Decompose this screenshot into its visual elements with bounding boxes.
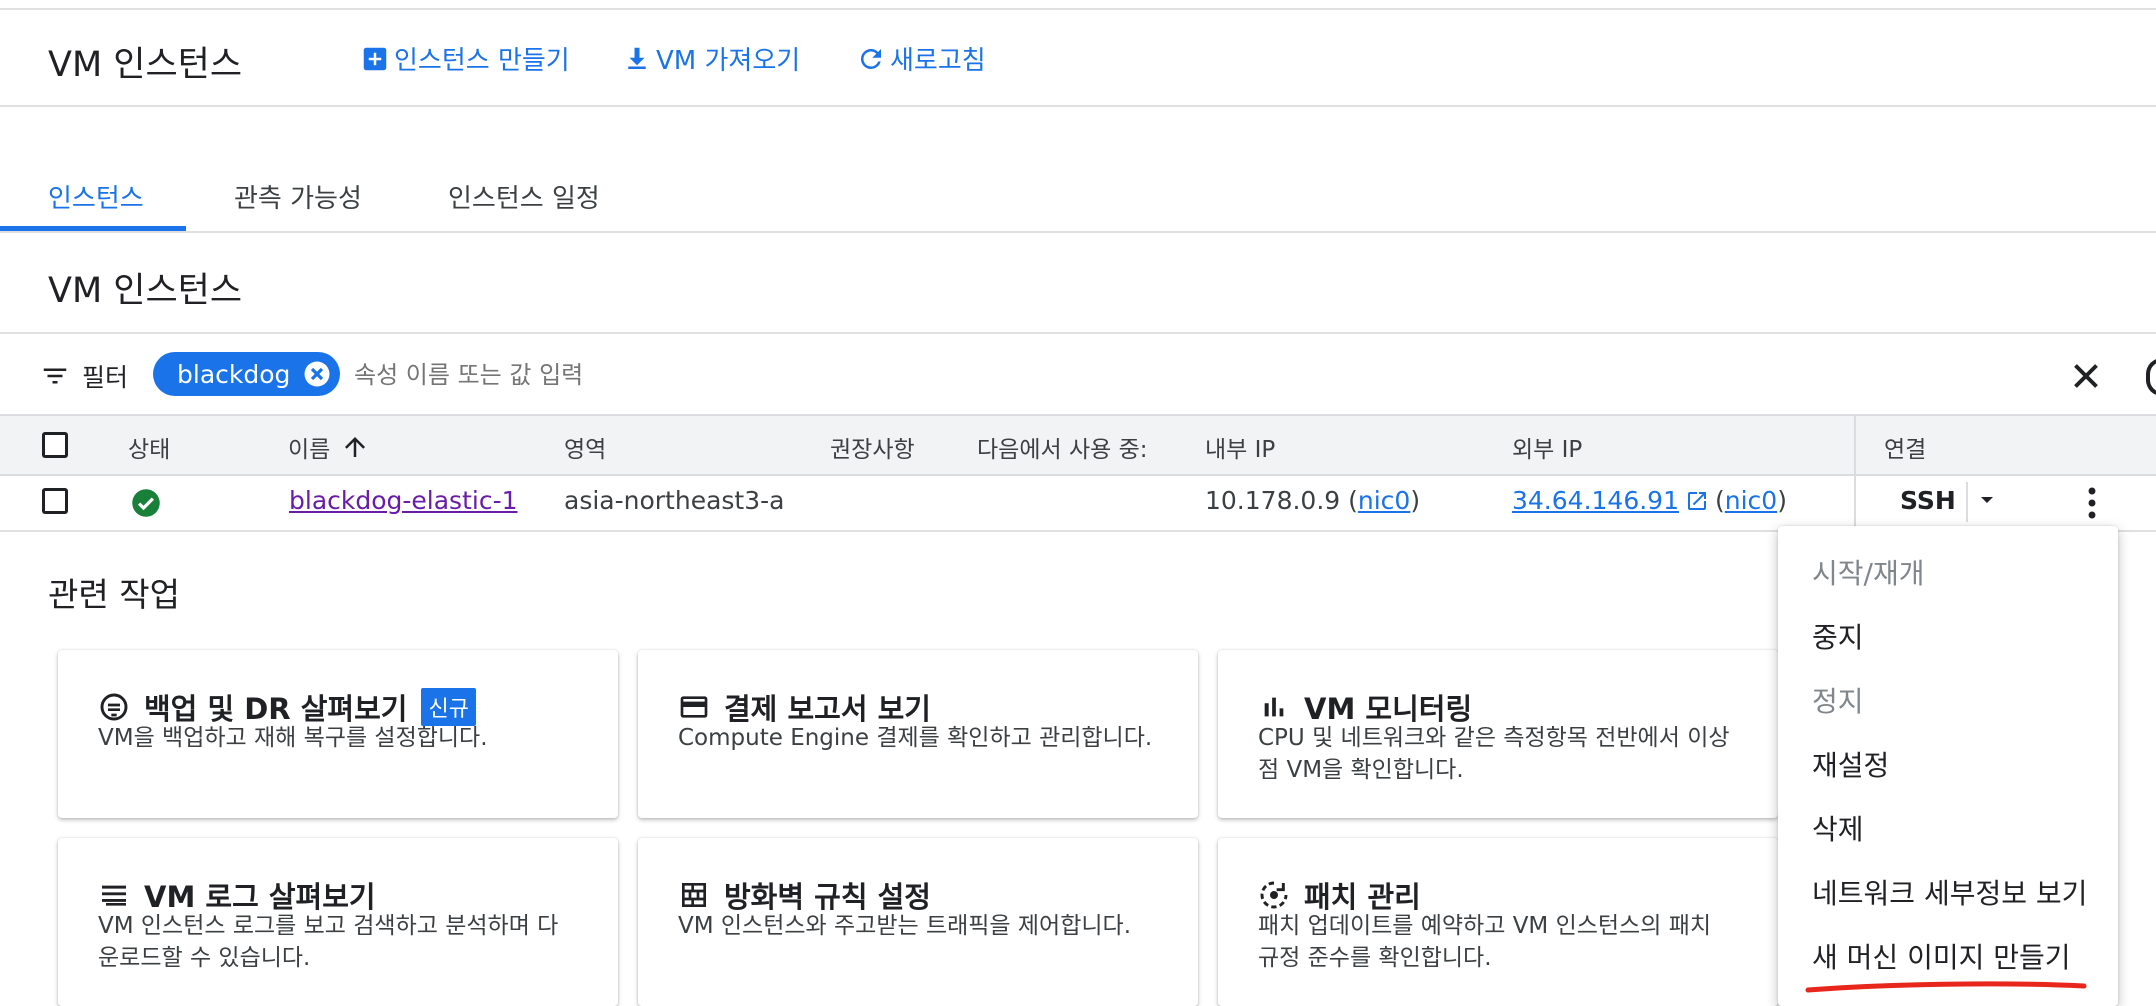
top-divider — [0, 8, 2156, 10]
instance-zone: asia-northeast3-a — [564, 486, 785, 515]
ssh-dropdown-icon[interactable] — [1975, 488, 1999, 512]
card-description: 패치 업데이트를 예약하고 VM 인스턴스의 패치 규정 준수를 확인합니다. — [1258, 913, 1712, 971]
filter-input[interactable] — [352, 354, 1356, 396]
sort-ascending-icon — [345, 437, 366, 457]
refresh-button[interactable]: 새로고침 — [856, 40, 986, 77]
column-internal-ip[interactable]: 내부 IP — [1205, 430, 1275, 464]
firewall-icon — [682, 883, 706, 907]
menu-item-suspend: 정지 — [1812, 685, 1864, 718]
instance-name-link[interactable]: blackdog-elastic-1 — [289, 486, 518, 515]
create-instance-button[interactable]: 인스턴스 만들기 — [360, 40, 570, 77]
external-ip-link[interactable]: 34.64.146.91 — [1512, 486, 1679, 515]
section-divider — [0, 332, 2156, 334]
card-backup-dr[interactable]: 백업 및 DR 살펴보기 신규 VM을 백업하고 재해 복구를 설정합니다. — [58, 650, 618, 818]
menu-item-view-network-details[interactable]: 네트워크 세부정보 보기 — [1812, 872, 2087, 912]
red-underline-annotation — [1805, 981, 2087, 993]
filter-icon — [43, 368, 67, 384]
list-icon — [102, 885, 126, 906]
card-patch-management[interactable]: 패치 관리 패치 업데이트를 예약하고 VM 인스턴스의 패치 규정 준수를 확… — [1218, 838, 1778, 1006]
refresh-icon — [860, 48, 881, 69]
download-icon — [628, 47, 646, 69]
filter-chip-label: blackdog — [177, 359, 291, 389]
menu-item-reset[interactable]: 재설정 — [1812, 744, 1889, 784]
tabs-divider — [0, 231, 2156, 233]
column-recommendations[interactable]: 권장사항 — [830, 430, 915, 464]
card-description: VM 인스턴스와 주고받는 트래픽을 제어합니다. — [678, 913, 1132, 939]
column-in-use-by[interactable]: 다음에서 사용 중: — [977, 430, 1148, 464]
card-billing-report[interactable]: 결제 보고서 보기 Compute Engine 결제를 확인하고 관리합니다. — [638, 650, 1198, 818]
menu-item-create-machine-image[interactable]: 새 머신 이미지 만들기 — [1812, 936, 2071, 976]
column-zone[interactable]: 영역 — [564, 430, 606, 464]
card-vm-logs[interactable]: VM 로그 살펴보기 VM 인스턴스 로그를 보고 검색하고 분석하며 다운로드… — [58, 838, 618, 1006]
bar-chart-icon — [1264, 697, 1284, 717]
card-description: VM을 백업하고 재해 복구를 설정합니다. — [98, 725, 488, 751]
backup-icon — [100, 693, 128, 721]
related-actions-title: 관련 작업 — [48, 575, 180, 614]
section-title: VM 인스턴스 — [48, 271, 243, 311]
column-name-label: 이름 — [288, 437, 331, 463]
import-vm-label: VM 가져오기 — [656, 46, 801, 76]
page-title: VM 인스턴스 — [48, 45, 243, 85]
menu-item-stop[interactable]: 중지 — [1812, 616, 1864, 656]
new-badge: 신규 — [421, 688, 476, 726]
close-icon[interactable] — [2068, 358, 2104, 394]
more-vert-icon[interactable] — [2076, 484, 2108, 522]
card-description: VM 인스턴스 로그를 보고 검색하고 분석하며 다운로드할 수 있습니다. — [98, 913, 559, 971]
filter-button[interactable]: 필터 — [40, 358, 128, 394]
import-vm-button[interactable]: VM 가져오기 — [622, 40, 800, 77]
column-name[interactable]: 이름 — [288, 430, 370, 464]
card-vm-monitoring[interactable]: VM 모니터링 CPU 및 네트워크와 같은 측정항목 전반에서 이상점 VM을… — [1218, 650, 1778, 818]
remove-chip-icon[interactable] — [302, 359, 332, 389]
column-connect[interactable]: 연결 — [1884, 430, 1926, 464]
add-box-icon — [363, 47, 387, 70]
status-running-icon — [132, 489, 160, 517]
column-external-ip[interactable]: 외부 IP — [1512, 430, 1582, 464]
card-description: Compute Engine 결제를 확인하고 관리합니다. — [678, 725, 1153, 751]
header-divider — [0, 105, 2156, 107]
menu-item-delete[interactable]: 삭제 — [1812, 808, 1864, 848]
instance-actions-menu: 시작/재개 중지 정지 재설정 삭제 네트워크 세부정보 보기 새 머신 이미지… — [1778, 526, 2118, 1006]
open-in-new-icon[interactable] — [1685, 489, 1709, 513]
select-all-checkbox[interactable] — [42, 432, 68, 458]
sticky-column-divider — [1854, 414, 1856, 530]
ssh-split-divider — [1966, 482, 1968, 522]
credit-card-icon — [680, 696, 708, 718]
tab-instances[interactable]: 인스턴스 — [48, 178, 144, 215]
tab-instance-schedules[interactable]: 인스턴스 일정 — [448, 178, 600, 215]
filter-label: 필터 — [82, 363, 129, 392]
column-status[interactable]: 상태 — [128, 430, 170, 464]
refresh-label: 새로고침 — [890, 46, 986, 76]
card-description: CPU 및 네트워크와 같은 측정항목 전반에서 이상점 VM을 확인합니다. — [1258, 725, 1730, 783]
ssh-button[interactable]: SSH — [1900, 486, 1956, 515]
row-checkbox[interactable] — [42, 488, 68, 514]
menu-item-start-resume: 시작/재개 — [1812, 557, 1925, 590]
external-ip: 34.64.146.91 (nic0) — [1512, 486, 1787, 515]
external-nic-link[interactable]: nic0 — [1725, 486, 1777, 515]
card-firewall-rules[interactable]: 방화벽 규칙 설정 VM 인스턴스와 주고받는 트래픽을 제어합니다. — [638, 838, 1198, 1006]
create-instance-label: 인스턴스 만들기 — [394, 46, 570, 76]
filter-chip[interactable]: blackdog — [153, 352, 341, 396]
internal-ip-value: 10.178.0.9 — [1205, 486, 1341, 515]
column-options-icon[interactable] — [2146, 358, 2156, 396]
internal-ip: 10.178.0.9 (nic0) — [1205, 486, 1421, 515]
patch-icon — [1260, 881, 1288, 909]
tab-observability[interactable]: 관측 가능성 — [234, 178, 362, 215]
internal-nic-link[interactable]: nic0 — [1358, 486, 1410, 515]
